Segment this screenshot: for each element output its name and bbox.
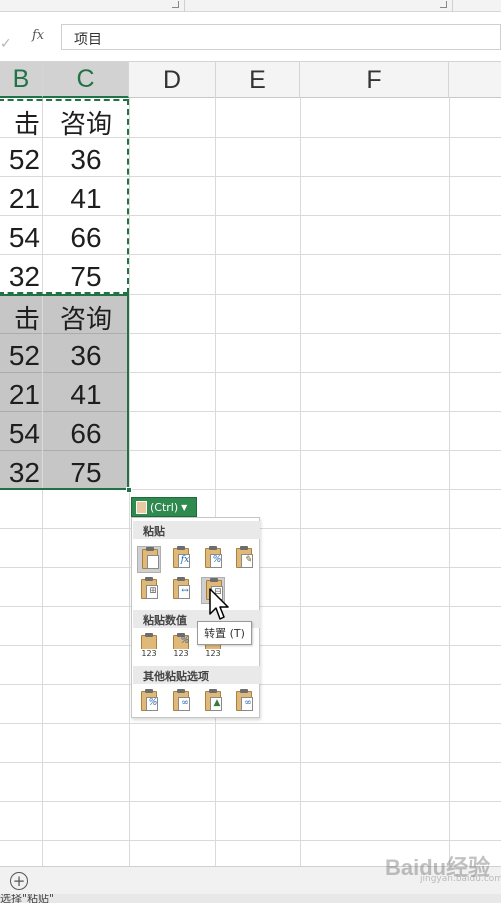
clipboard-icon xyxy=(136,500,147,514)
column-header-e[interactable]: E xyxy=(216,62,300,98)
formula-input[interactable]: 项目 xyxy=(61,24,501,50)
paste-section-heading: 粘贴 xyxy=(133,521,260,539)
formula-bar: ✓ fx 项目 xyxy=(0,12,501,62)
gridline xyxy=(129,372,501,373)
paste-formulas-icon[interactable]: fx xyxy=(169,546,193,573)
paste-values-number-formatting-icon[interactable]: % 123 xyxy=(169,633,193,660)
plus-circle-icon[interactable]: + xyxy=(10,872,28,890)
status-text: 选择"粘贴" xyxy=(0,894,55,903)
column-header-d[interactable]: D xyxy=(129,62,216,98)
column-header-c[interactable]: C xyxy=(43,62,129,98)
selection-border xyxy=(0,294,129,490)
paste-options-label: (Ctrl) xyxy=(150,500,179,514)
font-group-launcher-icon[interactable] xyxy=(172,1,179,8)
mouse-cursor-icon xyxy=(209,588,229,620)
paste-options-menu: 粘贴 fx % ✎ ⊞ ↔ ⊟ 粘贴数值 123 % 123 123 其他粘贴选项… xyxy=(131,517,260,718)
enter-check-icon[interactable]: ✓ xyxy=(0,36,12,52)
column-header-g[interactable] xyxy=(449,62,501,98)
column-header-b[interactable]: B xyxy=(0,62,43,98)
gridline xyxy=(0,801,501,802)
paste-linked-picture-icon[interactable]: ∞ xyxy=(232,689,256,716)
transpose-tooltip: 转置 (T) xyxy=(197,621,252,645)
gridline xyxy=(0,723,501,724)
gridline xyxy=(300,98,301,866)
gridline xyxy=(449,98,450,866)
column-header-row: B C D E F xyxy=(0,62,501,98)
paste-icon[interactable] xyxy=(137,546,161,573)
paste-keep-source-formatting-icon[interactable]: ✎ xyxy=(232,546,256,573)
gridline xyxy=(129,333,501,334)
paste-keep-column-widths-icon[interactable]: ↔ xyxy=(169,577,193,604)
gridline xyxy=(0,840,501,841)
paste-no-borders-icon[interactable]: ⊞ xyxy=(137,577,161,604)
paste-picture-icon[interactable]: ▲ xyxy=(201,689,225,716)
gridline xyxy=(129,411,501,412)
paste-values-icon[interactable]: 123 xyxy=(137,633,161,660)
status-bar: 选择"粘贴" xyxy=(0,894,501,903)
chevron-down-icon: ▼ xyxy=(181,502,188,512)
ribbon-separator xyxy=(452,0,453,12)
paste-link-icon[interactable]: ∞ xyxy=(169,689,193,716)
copy-marquee xyxy=(0,99,129,294)
ribbon-strip xyxy=(0,0,501,12)
other-paste-options-heading: 其他粘贴选项 xyxy=(133,666,260,684)
spreadsheet-grid[interactable]: 击 52 21 54 32 击 52 21 54 32 咨询 36 41 66 … xyxy=(0,98,501,866)
paste-formulas-number-formatting-icon[interactable]: % xyxy=(201,546,225,573)
alignment-group-launcher-icon[interactable] xyxy=(440,1,447,8)
watermark-url: jingyan.baidu.com xyxy=(420,874,501,884)
fill-handle[interactable] xyxy=(126,487,132,493)
gridline xyxy=(0,762,501,763)
gridline xyxy=(215,98,216,866)
gridline xyxy=(129,98,130,866)
gridline xyxy=(129,450,501,451)
paste-options-button[interactable]: (Ctrl) ▼ xyxy=(131,497,197,517)
ribbon-separator xyxy=(184,0,185,12)
insert-function-icon[interactable]: fx xyxy=(32,28,44,43)
column-header-f[interactable]: F xyxy=(300,62,449,98)
paste-formatting-icon[interactable]: % xyxy=(137,689,161,716)
